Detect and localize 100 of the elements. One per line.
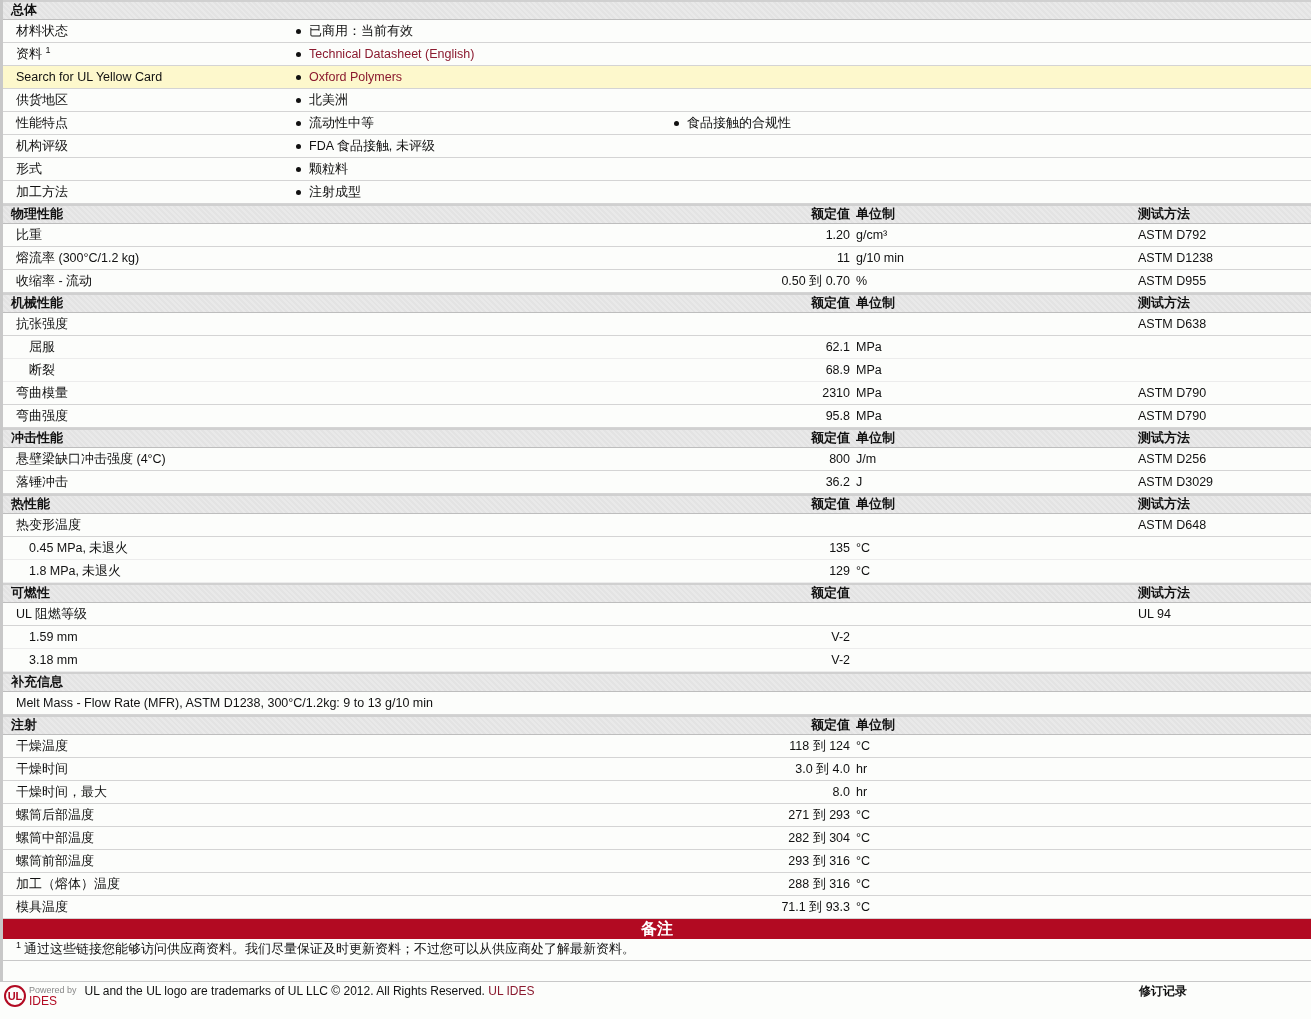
revision-title: 修订记录 [1139, 984, 1188, 998]
property-label: 落锤冲击 [15, 473, 69, 491]
footnote: $^{1}$ 通过这些链接您能够访问供应商资料。我们尽量保证及时更新资料；不过您可以从供应商处了解最新资料。 [16, 940, 636, 959]
section-title: 注射 [10, 717, 38, 734]
column-header: 额定值 [810, 496, 851, 513]
column-header: 额定值 [810, 206, 851, 223]
property-label: 屈服 [28, 338, 56, 356]
test-method: ASTM D955 [1138, 274, 1208, 288]
bullet-icon [296, 166, 301, 172]
column-header: 额定值 [810, 295, 851, 312]
logo-caption: Powered by [29, 985, 77, 995]
property-value: 271 到 293 [787, 806, 851, 824]
bullet-icon [296, 74, 301, 80]
property-value: 北美洲 [309, 91, 348, 109]
property-label: 断裂 [28, 361, 56, 379]
property-unit: °C [856, 541, 872, 555]
property-label: 形式 [15, 160, 43, 178]
column-header: 测试方法 [1138, 430, 1191, 447]
property-label: 3.18 mm [28, 653, 79, 667]
property-label: 1.59 mm [28, 630, 79, 644]
bullet-icon [296, 120, 301, 126]
property-value: 129 [828, 564, 851, 578]
property-label: 螺筒中部温度 [15, 829, 95, 847]
property-link[interactable]: Technical Datasheet (English) [309, 47, 475, 61]
property-unit: hr [856, 762, 869, 776]
property-unit: °C [856, 564, 872, 578]
footer-link[interactable]: UL IDES [488, 984, 535, 998]
property-label: 干燥时间 [15, 760, 69, 778]
property-value: 62.1 [824, 340, 851, 354]
test-method: ASTM D792 [1138, 228, 1208, 242]
property-value: 95.8 [824, 409, 851, 423]
column-header: 额定值 [810, 585, 851, 602]
property-unit: % [856, 274, 869, 288]
property-link[interactable]: Oxford Polymers [309, 70, 403, 84]
property-label: 比重 [15, 226, 43, 244]
test-method: ASTM D256 [1138, 452, 1208, 466]
property-value: 流动性中等 [309, 114, 374, 132]
notes-bar: 备注 [3, 919, 1311, 939]
property-value: 1.20 [824, 228, 851, 242]
property-label: 熔流率 (300°C/1.2 kg) [15, 249, 141, 267]
property-value: 11 [836, 251, 851, 265]
section-title: 热性能 [10, 496, 51, 513]
section-title: 冲击性能 [10, 430, 64, 447]
property-value: FDA 食品接触, 未评级 [309, 137, 435, 155]
bullet-icon [296, 51, 301, 57]
logo-mark: UL [4, 985, 26, 1007]
property-unit: g/cm³ [856, 228, 889, 242]
property-unit: MPa [856, 340, 883, 354]
property-value: 36.2 [824, 475, 851, 489]
property-value: 68.9 [824, 363, 851, 377]
test-method: ASTM D1238 [1138, 251, 1215, 265]
property-value: 食品接触的合规性 [687, 114, 791, 132]
column-header: 单位制 [856, 717, 896, 734]
logo-name: IDES [29, 994, 58, 1007]
property-unit: °C [856, 831, 872, 845]
property-unit: hr [856, 785, 869, 799]
property-unit: °C [856, 739, 872, 753]
test-method: ASTM D3029 [1138, 475, 1215, 489]
property-unit: MPa [856, 363, 883, 377]
property-label: 悬壁梁缺口冲击强度 (4°C) [15, 450, 167, 468]
column-header: 测试方法 [1138, 585, 1191, 602]
test-method: UL 94 [1138, 607, 1172, 621]
property-value: 135 [828, 541, 851, 555]
property-value: 注射成型 [309, 183, 361, 201]
property-unit: °C [856, 808, 872, 822]
property-label: UL 阻燃等级 [15, 605, 88, 623]
section-title: 总体 [9, 2, 38, 19]
column-header: 测试方法 [1138, 496, 1191, 513]
property-value: 293 到 316 [787, 852, 851, 870]
column-header: 单位制 [856, 295, 896, 312]
column-header: 单位制 [856, 206, 896, 223]
column-header: 测试方法 [1138, 295, 1191, 312]
property-label: Search for UL Yellow Card [15, 70, 164, 84]
property-unit: °C [856, 877, 872, 891]
column-header: 额定值 [810, 717, 851, 734]
property-value: 0.50 到 0.70 [780, 272, 851, 290]
property-label: 1.8 MPa, 未退火 [28, 562, 123, 580]
property-unit: MPa [856, 409, 883, 423]
property-unit: °C [856, 900, 872, 914]
property-unit: MPa [856, 386, 883, 400]
property-label: 0.45 MPa, 未退火 [28, 539, 130, 557]
column-header: 测试方法 [1138, 206, 1191, 223]
property-label: 模具温度 [15, 898, 69, 916]
property-label: 螺筒前部温度 [15, 852, 95, 870]
property-label: 供货地区 [15, 91, 69, 109]
property-value: V-2 [830, 630, 851, 644]
section-title: 补充信息 [10, 674, 64, 691]
property-label: 干燥温度 [15, 737, 69, 755]
property-value: 颗粒料 [309, 160, 348, 178]
test-method: ASTM D638 [1138, 317, 1208, 331]
property-value: 3.0 到 4.0 [794, 760, 851, 778]
bullet-icon [296, 189, 301, 195]
property-value: 已商用：当前有效 [309, 22, 413, 40]
property-value: 118 到 124 [788, 737, 851, 755]
bullet-icon [296, 143, 301, 149]
bullet-icon [296, 97, 301, 103]
test-method: ASTM D790 [1138, 386, 1208, 400]
info-text: Melt Mass - Flow Rate (MFR), ASTM D1238, 300°C/1.2kg: 9 to 13 g/10 min [15, 696, 433, 710]
property-value: V-2 [830, 653, 851, 667]
column-header: 单位制 [856, 430, 896, 447]
